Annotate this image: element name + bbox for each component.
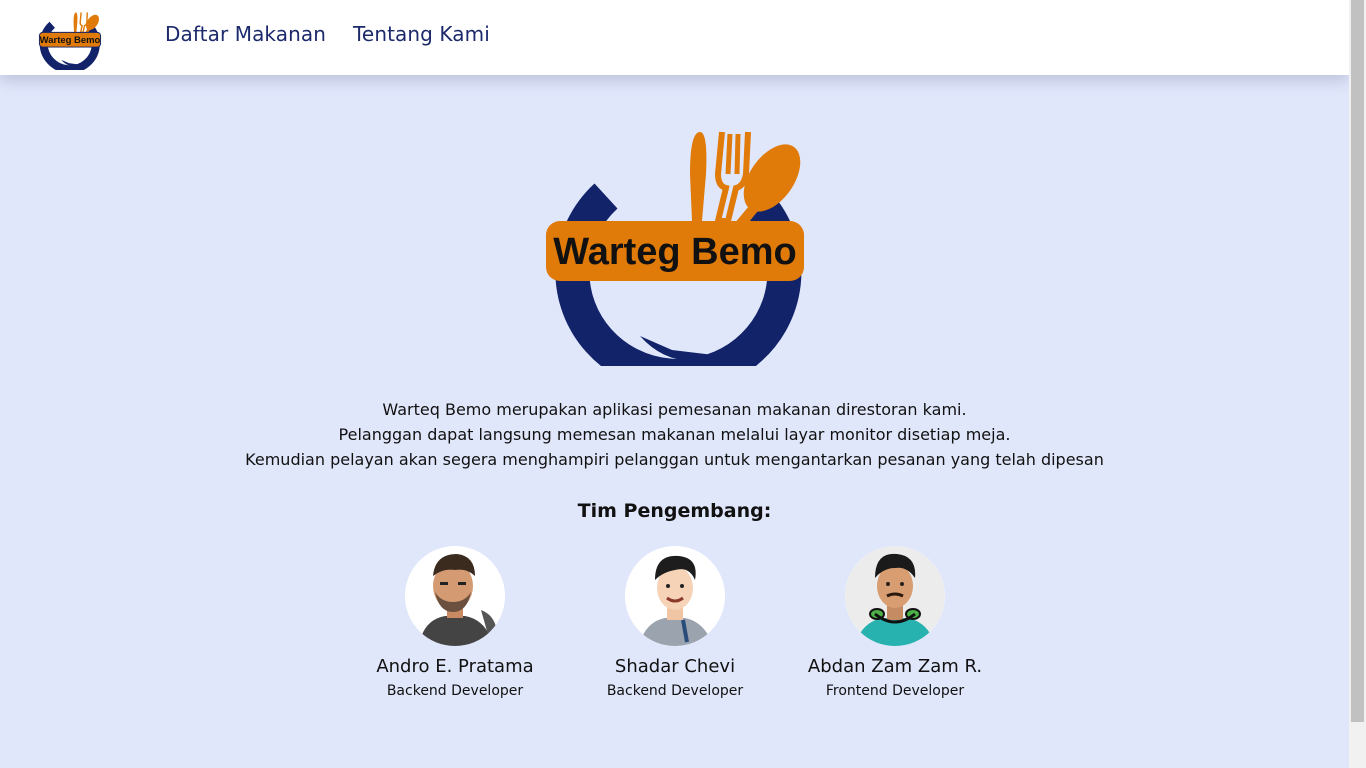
description-line: Pelanggan dapat langsung memesan makanan… [338,425,1011,444]
member-name: Abdan Zam Zam R. [807,656,983,677]
nav-link-tentang-kami[interactable]: Tentang Kami [353,22,490,46]
description-line: Warteq Bemo merupakan aplikasi pemesanan… [382,400,967,419]
page: Warteg Bemo Daftar Makanan Tentang Kami … [0,0,1349,768]
member-role: Backend Developer [386,683,524,699]
headphones-man-avatar [845,546,945,646]
team-member-card: Andro E. Pratama Backend Developer [345,546,565,699]
vertical-scrollbar[interactable] [1349,0,1366,768]
logo-text: Warteg Bemo [40,35,101,46]
scrollbar-thumb[interactable] [1351,0,1364,722]
member-name: Shadar Chevi [614,656,736,677]
team-member-card: Abdan Zam Zam R. Frontend Developer [785,546,1005,699]
smiling-man-avatar [625,546,725,646]
description-line: Kemudian pelayan akan segera menghampiri… [245,450,1104,469]
about-description: Warteq Bemo merupakan aplikasi pemesanan… [0,397,1349,472]
warteg-bemo-logo-small[interactable]: Warteg Bemo [38,8,102,70]
member-role: Backend Developer [606,683,744,699]
team-member-card: Shadar Chevi Backend Developer [565,546,785,699]
navbar: Warteg Bemo Daftar Makanan Tentang Kami [0,0,1349,75]
logo-text: Warteg Bemo [553,231,797,273]
bearded-man-avatar [405,546,505,646]
warteg-bemo-logo: Warteg Bemo [546,131,804,366]
member-name: Andro E. Pratama [376,656,534,677]
team-heading: Tim Pengembang: [577,500,772,522]
nav-link-daftar-makanan[interactable]: Daftar Makanan [165,22,326,46]
member-role: Frontend Developer [825,683,965,699]
